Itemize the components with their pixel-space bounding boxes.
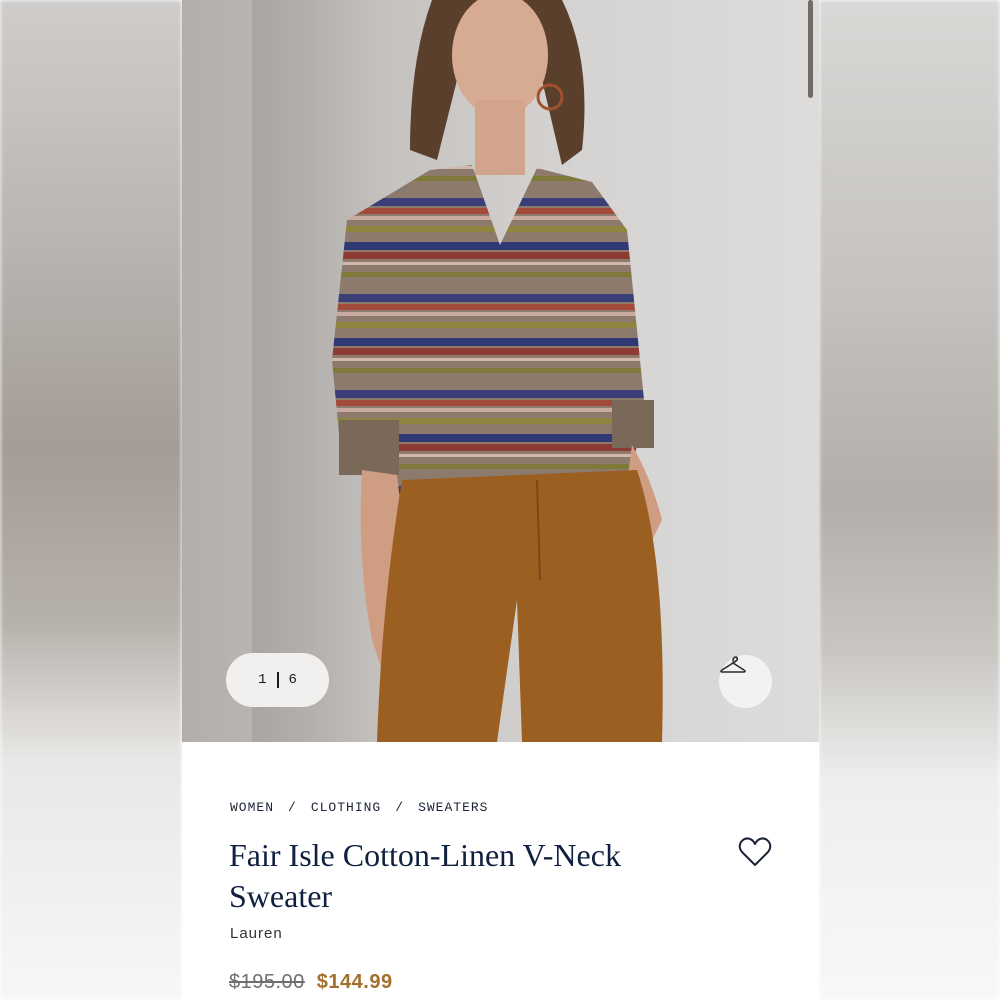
- heart-icon[interactable]: [738, 836, 772, 868]
- breadcrumb: WOMEN / CLOTHING / SWEATERS: [230, 800, 488, 815]
- product-page: 1 6 WOMEN / CLOTHING / SWEATERS Fair Isl…: [182, 0, 819, 1000]
- breadcrumb-women[interactable]: WOMEN: [230, 800, 274, 815]
- blurred-background-right: [819, 0, 1000, 1000]
- breadcrumb-clothing[interactable]: CLOTHING: [311, 800, 381, 815]
- counter-divider: [276, 672, 279, 688]
- current-image-number: 1: [258, 672, 267, 688]
- breadcrumb-sweaters[interactable]: SWEATERS: [418, 800, 488, 815]
- price-block: $195.00 $144.99: [229, 971, 393, 994]
- breadcrumb-separator: /: [395, 800, 405, 815]
- model-photo: [252, 0, 663, 742]
- product-title: Fair Isle Cotton-Linen V-Neck Sweater: [229, 837, 621, 914]
- image-counter: 1 6: [226, 653, 329, 707]
- sale-price: $144.99: [316, 971, 393, 993]
- original-price: $195.00: [229, 971, 305, 993]
- breadcrumb-separator: /: [288, 800, 297, 815]
- hanger-button[interactable]: [719, 655, 772, 708]
- total-images-number: 6: [288, 672, 297, 688]
- scroll-indicator[interactable]: [808, 0, 813, 98]
- product-info: WOMEN / CLOTHING / SWEATERS Fair Isle Co…: [182, 742, 819, 1000]
- hanger-icon: [720, 656, 746, 673]
- product-image[interactable]: 1 6: [182, 0, 819, 742]
- product-brand: Lauren: [230, 925, 283, 942]
- blurred-background-left: [0, 0, 182, 1000]
